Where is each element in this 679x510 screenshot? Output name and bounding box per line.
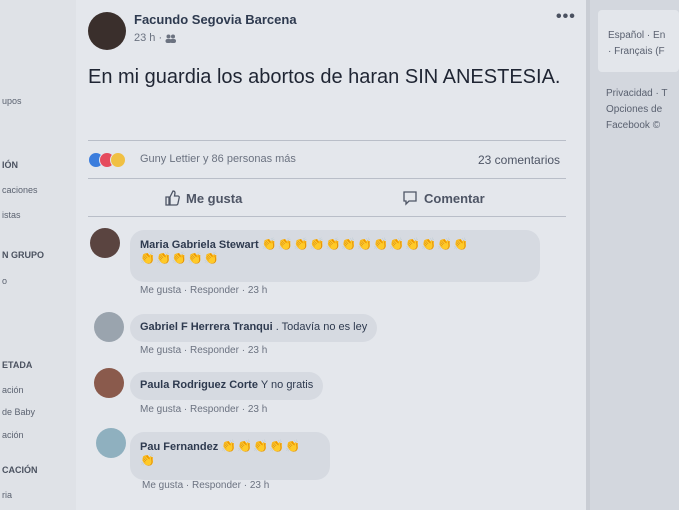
left-sidebar: upos IÓN caciones istas N GRUPO o ETADA … [0, 0, 76, 510]
comment-actions[interactable]: Me gusta · Responder · 23 h [140, 345, 267, 356]
comment-button-label: Comentar [424, 190, 485, 206]
post-timestamp[interactable]: 23 h · [134, 32, 165, 44]
reaction-names[interactable]: Guny Lettier y 86 personas más [140, 153, 296, 165]
haha-reaction-icon [110, 152, 126, 168]
commenter-avatar[interactable] [94, 312, 124, 342]
sidebar-heading: N GRUPO [2, 250, 45, 260]
clapping-emojis: 👏 [140, 453, 156, 467]
commenter-name[interactable]: Maria Gabriela Stewart [140, 239, 259, 251]
commenter-avatar[interactable] [96, 428, 126, 458]
post-card: Facundo Segovia Barcena 23 h · ••• En mi… [76, 0, 586, 510]
sidebar-item[interactable]: ación [2, 430, 24, 440]
sidebar-item[interactable]: upos [2, 96, 22, 106]
comment-bubble: Paula Rodriguez Corte Y no gratis [130, 372, 324, 400]
avatar[interactable] [88, 12, 126, 50]
like-button-label: Me gusta [186, 190, 243, 206]
divider [88, 178, 566, 179]
comment-bubble: Maria Gabriela Stewart 👏👏👏👏👏👏👏👏👏👏👏👏👏 👏👏👏… [130, 230, 540, 282]
sidebar-heading: IÓN [2, 160, 19, 170]
comment-text: Y no gratis [260, 379, 314, 391]
comment-bubble: Pau Fernandez 👏👏👏👏👏 👏 [130, 432, 330, 480]
language-options[interactable]: · Français (F [608, 46, 665, 57]
comment-actions[interactable]: Me gusta · Responder · 23 h [140, 285, 267, 296]
comment-button[interactable]: Comentar [402, 190, 485, 206]
sidebar-heading: ETADA [2, 360, 33, 370]
clapping-emojis: 👏👏👏👏👏👏👏👏👏👏👏👏👏 [261, 237, 469, 251]
footer-link[interactable]: Opciones de [606, 104, 662, 115]
comment-bubble: Gabriel F Herrera Tranqui . Todavía no e… [130, 314, 378, 342]
commenter-avatar[interactable] [90, 228, 120, 258]
footer-copyright: Facebook © [606, 120, 661, 131]
right-sidebar: Español · En · Français (F Privacidad · … [590, 0, 679, 510]
comment-actions[interactable]: Me gusta · Responder · 23 h [140, 404, 267, 415]
sidebar-item[interactable]: o [2, 276, 7, 286]
sidebar-heading: CACIÓN [2, 465, 38, 475]
post-text: En mi guardia los abortos de haran SIN A… [88, 66, 561, 88]
thumbs-up-icon [165, 190, 180, 206]
like-button[interactable]: Me gusta [164, 190, 242, 206]
commenter-avatar[interactable] [94, 368, 124, 398]
post-meta: 23 h · [134, 32, 177, 44]
friends-audience-icon [165, 34, 177, 43]
divider [88, 140, 566, 141]
clapping-emojis: 👏👏👏👏👏 [140, 251, 220, 265]
comment-icon [403, 191, 417, 206]
footer-link[interactable]: Privacidad · T [606, 88, 668, 99]
more-options-icon[interactable]: ••• [556, 8, 576, 26]
comment-count[interactable]: 23 comentarios [478, 153, 560, 167]
sidebar-item[interactable]: ación [2, 385, 24, 395]
sidebar-item[interactable]: de Baby [2, 407, 35, 417]
sidebar-item[interactable]: ria [2, 490, 12, 500]
post-author[interactable]: Facundo Segovia Barcena [134, 12, 297, 27]
sidebar-item[interactable]: caciones [2, 185, 38, 195]
divider [88, 216, 566, 217]
reaction-icons [88, 152, 136, 168]
comment-actions[interactable]: Me gusta · Responder · 23 h [142, 480, 269, 491]
sidebar-item[interactable]: istas [2, 210, 21, 220]
language-box [598, 10, 679, 72]
language-options[interactable]: Español · En [608, 30, 665, 41]
clapping-emojis: 👏👏👏👏👏 [221, 439, 302, 453]
commenter-name[interactable]: Paula Rodriguez Corte [140, 379, 258, 391]
commenter-name[interactable]: Gabriel F Herrera Tranqui [140, 321, 273, 333]
comment-text: . Todavía no es ley [275, 321, 368, 333]
commenter-name[interactable]: Pau Fernandez [140, 441, 218, 453]
